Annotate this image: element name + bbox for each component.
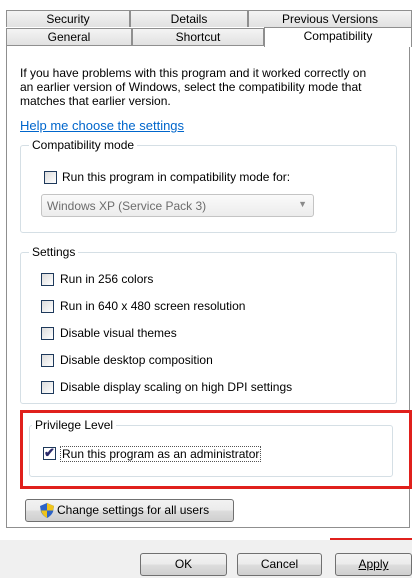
compatibility-mode-group: Compatibility mode bbox=[20, 138, 397, 233]
disable-dpi-scaling-label: Disable display scaling on high DPI sett… bbox=[60, 380, 293, 394]
disable-dpi-scaling-checkbox[interactable] bbox=[41, 381, 54, 394]
run-256-colors-label: Run in 256 colors bbox=[60, 272, 154, 286]
intro-line-1: If you have problems with this program a… bbox=[20, 66, 367, 80]
os-select[interactable]: Windows XP (Service Pack 3) ▼ bbox=[41, 194, 314, 217]
run-640x480-checkbox[interactable] bbox=[41, 300, 54, 313]
tab-shortcut[interactable]: Shortcut bbox=[132, 28, 264, 45]
run-640x480-label: Run in 640 x 480 screen resolution bbox=[60, 299, 246, 313]
change-settings-all-users-button[interactable]: Change settings for all users bbox=[25, 499, 234, 522]
intro-line-3: matches that earlier version. bbox=[20, 94, 171, 108]
run-256-colors-checkbox[interactable] bbox=[41, 273, 54, 286]
disable-visual-themes-checkbox[interactable] bbox=[41, 327, 54, 340]
privilege-highlight-box bbox=[20, 410, 412, 489]
change-settings-label: Change settings for all users bbox=[57, 503, 210, 517]
cancel-button[interactable]: Cancel bbox=[237, 553, 322, 576]
tab-previous-versions[interactable]: Previous Versions bbox=[248, 10, 412, 27]
help-link[interactable]: Help me choose the settings bbox=[20, 118, 184, 133]
intro-text: If you have problems with this program a… bbox=[20, 66, 405, 108]
disable-desktop-composition-label: Disable desktop composition bbox=[60, 353, 213, 367]
settings-title: Settings bbox=[29, 245, 79, 259]
compatibility-mode-label: Run this program in compatibility mode f… bbox=[62, 170, 291, 184]
compatibility-mode-checkbox[interactable] bbox=[44, 171, 57, 184]
compatibility-mode-title: Compatibility mode bbox=[29, 138, 138, 152]
tab-compatibility[interactable]: Compatibility bbox=[264, 27, 412, 47]
tab-security[interactable]: Security bbox=[6, 10, 130, 27]
os-select-value: Windows XP (Service Pack 3) bbox=[47, 199, 207, 213]
tab-details[interactable]: Details bbox=[130, 10, 248, 27]
disable-desktop-composition-checkbox[interactable] bbox=[41, 354, 54, 367]
tab-general[interactable]: General bbox=[6, 28, 132, 45]
apply-button[interactable]: Apply bbox=[335, 553, 412, 576]
shield-icon bbox=[40, 503, 54, 518]
intro-line-2: an earlier version of Windows, select th… bbox=[20, 80, 362, 94]
disable-visual-themes-label: Disable visual themes bbox=[60, 326, 177, 340]
chevron-down-icon: ▼ bbox=[298, 199, 307, 209]
ok-button[interactable]: OK bbox=[140, 553, 227, 576]
